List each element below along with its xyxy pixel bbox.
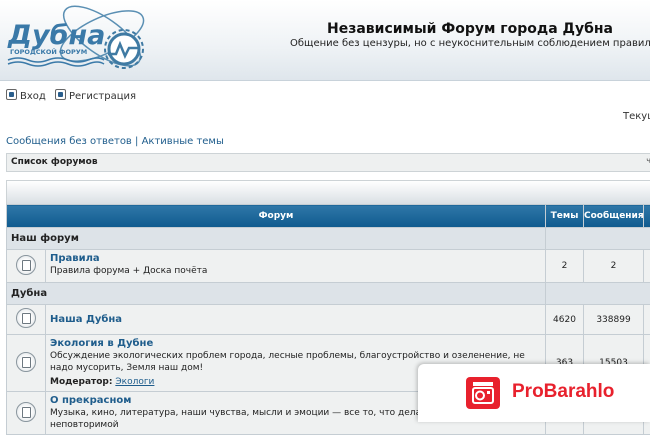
forum-description-text: Музыка, кино, литература, наши чувства, … bbox=[50, 408, 477, 418]
forum-icon-cell bbox=[7, 392, 46, 435]
forum-read-icon bbox=[16, 352, 36, 372]
site-logo[interactable]: Дубна ГОРОДСКОЙ ФОРУМ bbox=[4, 4, 152, 74]
forum-topics-count: 2 bbox=[546, 250, 584, 283]
forum-read-icon bbox=[16, 308, 36, 328]
logo-subtext: ГОРОДСКОЙ ФОРУМ bbox=[10, 47, 87, 56]
search-links: Сообщения без ответов | Активные темы bbox=[6, 136, 224, 147]
forum-info: Наша Дубна bbox=[46, 305, 546, 335]
column-header-forum: Форум bbox=[7, 205, 546, 228]
active-topics-link[interactable]: Активные темы bbox=[142, 136, 224, 147]
probarahlo-text: ProBarahlo bbox=[512, 381, 614, 403]
forum-link[interactable]: Правила bbox=[50, 253, 541, 265]
register-link[interactable]: Регистрация bbox=[55, 91, 136, 102]
probarahlo-watermark: ProBarahlo bbox=[418, 364, 650, 422]
current-time-text: Текуще bbox=[623, 111, 650, 122]
forum-icon-cell bbox=[7, 335, 46, 392]
login-icon bbox=[6, 89, 17, 100]
login-label: Вход bbox=[20, 91, 46, 102]
forum-icon-cell bbox=[7, 250, 46, 283]
user-bar: Вход Регистрация bbox=[6, 89, 142, 102]
register-label: Регистрация bbox=[69, 91, 136, 102]
site-header: Дубна ГОРОДСКОЙ ФОРУМ Независимый Форум … bbox=[0, 0, 650, 81]
site-description: Общение без цензуры, но с неукоснительны… bbox=[290, 38, 650, 49]
login-link[interactable]: Вход bbox=[6, 91, 46, 102]
table-row: Наша Дубна 4620 338899 bbox=[7, 305, 650, 335]
logo-text: Дубна bbox=[7, 20, 105, 51]
category-name[interactable]: Дубна bbox=[7, 283, 546, 305]
forum-read-icon bbox=[16, 402, 36, 422]
breadcrumb: Список форумов ч bbox=[6, 153, 650, 172]
probarahlo-logo-icon bbox=[466, 377, 500, 409]
unanswered-posts-link[interactable]: Сообщения без ответов bbox=[6, 136, 132, 147]
category-filler bbox=[546, 283, 650, 305]
column-header-posts: Сообщения bbox=[584, 205, 644, 228]
category-row: Наш форум bbox=[7, 228, 650, 250]
register-icon bbox=[55, 89, 66, 100]
moderator-link[interactable]: Экологи bbox=[115, 377, 154, 387]
column-header-last bbox=[644, 205, 650, 228]
forum-last-post bbox=[644, 305, 650, 335]
forum-posts-count: 338899 bbox=[584, 305, 644, 335]
category-name[interactable]: Наш форум bbox=[7, 228, 546, 250]
forum-link[interactable]: Наша Дубна bbox=[50, 314, 541, 326]
forum-last-post bbox=[644, 250, 650, 283]
table-row: Правила Правила форума + Доска почёта 2 … bbox=[7, 250, 650, 283]
forum-posts-count: 2 bbox=[584, 250, 644, 283]
forum-table-topbar bbox=[6, 180, 650, 206]
forum-link[interactable]: Экология в Дубне bbox=[50, 338, 541, 350]
link-separator: | bbox=[135, 136, 138, 147]
forum-topics-count: 4620 bbox=[546, 305, 584, 335]
breadcrumb-forum-index-link[interactable]: Список форумов bbox=[11, 157, 98, 167]
forum-icon-cell bbox=[7, 305, 46, 335]
category-row: Дубна bbox=[7, 283, 650, 305]
moderator-label: Модератор: bbox=[50, 377, 112, 387]
category-filler bbox=[546, 228, 650, 250]
column-header-topics: Темы bbox=[546, 205, 584, 228]
breadcrumb-tail: ч bbox=[646, 156, 650, 165]
site-title: Независимый Форум города Дубна bbox=[290, 21, 650, 37]
forum-info: Правила Правила форума + Доска почёта bbox=[46, 250, 546, 283]
forum-read-icon bbox=[16, 255, 36, 275]
forum-description: Правила форума + Доска почёта bbox=[50, 265, 541, 277]
table-header-row: Форум Темы Сообщения bbox=[7, 205, 650, 228]
